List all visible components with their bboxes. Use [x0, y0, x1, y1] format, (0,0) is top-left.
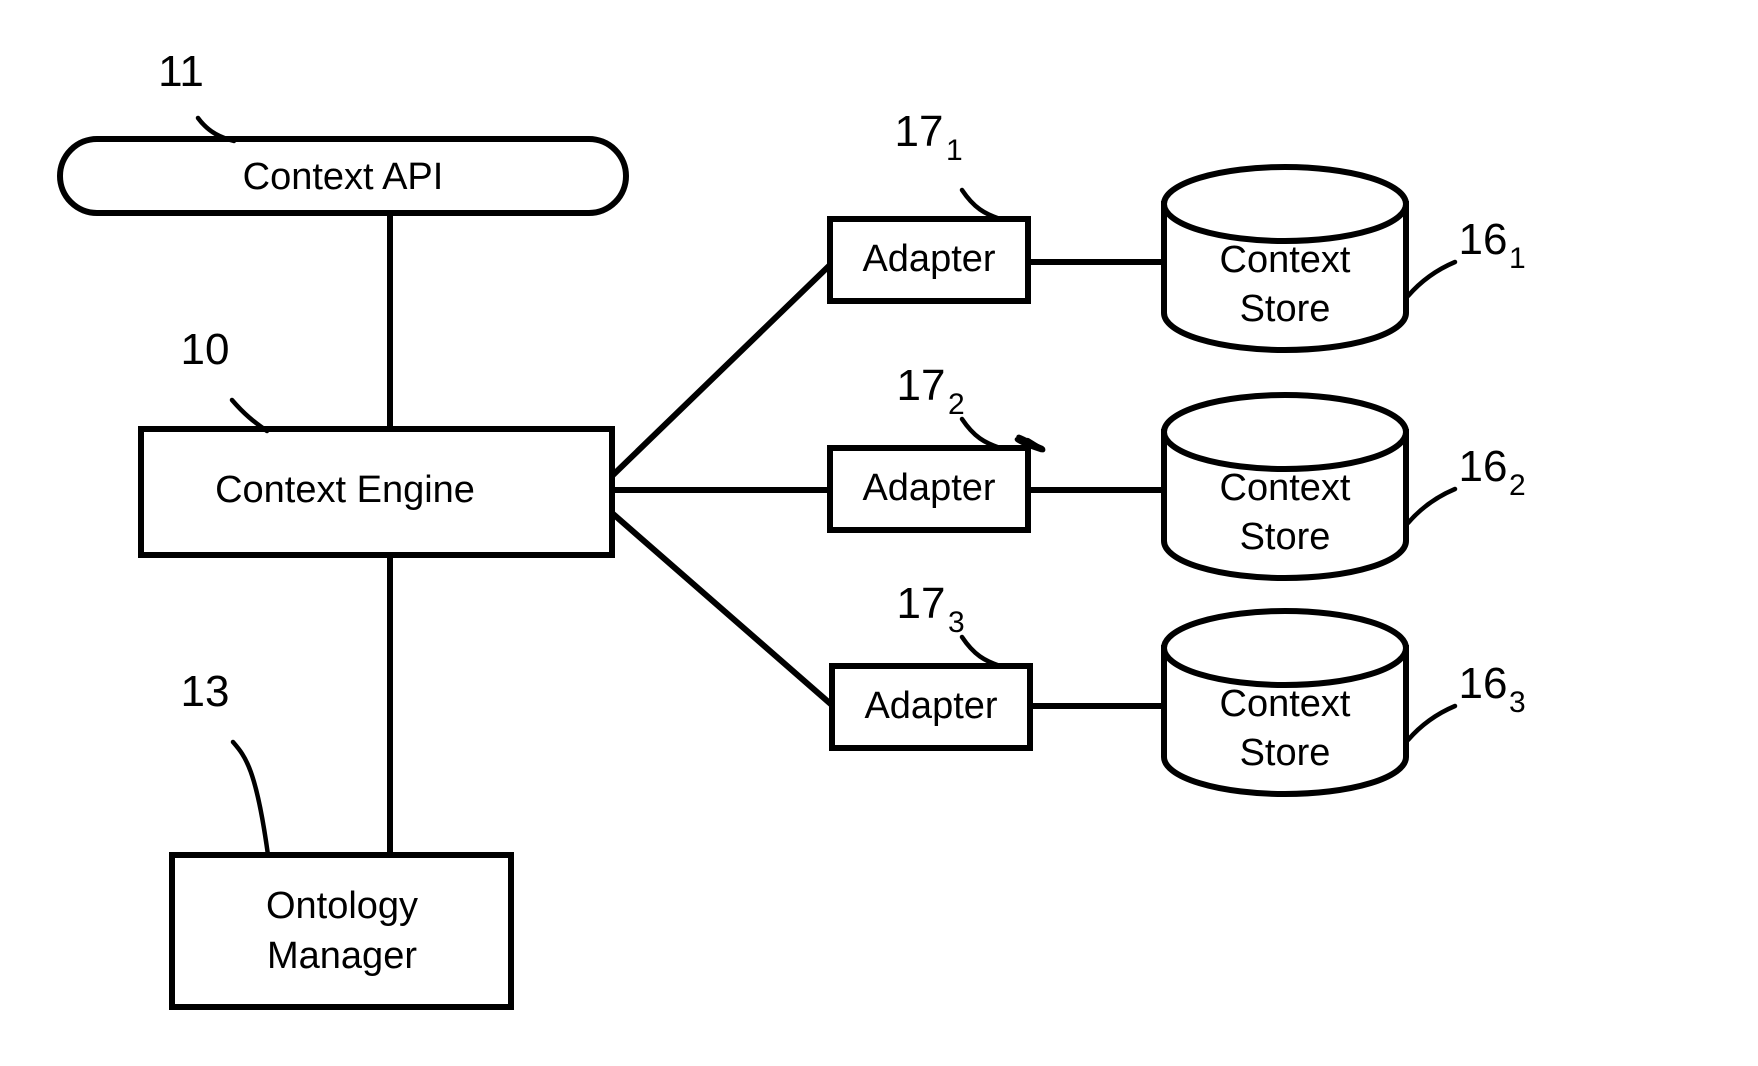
context-store-2-label-line2: Store: [1240, 516, 1331, 558]
node-context-store-2[interactable]: Context Store: [1161, 392, 1409, 581]
reference-numeral-17-1: 17 1: [895, 107, 1003, 222]
reference-numeral-10: 10: [181, 325, 270, 434]
ref-10-text: 10: [181, 325, 230, 374]
ref-17-2-subscript: 2: [948, 388, 965, 421]
reference-numeral-13: 13: [181, 667, 271, 858]
context-store-3-top: [1161, 608, 1409, 688]
reference-numeral-16-3: 16 3: [1405, 659, 1526, 743]
adapter-3-label: Adapter: [864, 685, 997, 727]
reference-numeral-11: 11: [158, 47, 237, 144]
connector-engine-to-adapter-3: [610, 510, 835, 709]
node-adapter-2[interactable]: Adapter: [827, 445, 1031, 533]
context-store-1-label-line2: Store: [1240, 288, 1331, 330]
ref-16-1-base: 16: [1459, 215, 1508, 264]
ontology-manager-label-line1: Ontology: [266, 885, 418, 927]
node-context-api[interactable]: Context API: [57, 136, 629, 216]
reference-numeral-16-2: 16 2: [1405, 442, 1526, 526]
ref-17-3-base: 17: [897, 579, 946, 628]
context-store-1-label-line1: Context: [1220, 239, 1351, 281]
reference-numeral-17-2: 17 2: [897, 361, 1046, 453]
reference-numeral-17-3: 17 3: [897, 579, 965, 639]
ref-17-1-leader-line: [959, 187, 1003, 222]
adapter-1-label: Adapter: [862, 238, 995, 280]
ref-16-3-leader-line: [1405, 703, 1458, 743]
ref-16-2-leader-line: [1405, 486, 1458, 526]
context-store-3-label-line1: Context: [1220, 683, 1351, 725]
ref-17-1-subscript: 1: [946, 134, 963, 167]
ontology-manager-shape: [169, 852, 514, 1010]
reference-numeral-16-1: 16 1: [1405, 215, 1526, 299]
node-adapter-1[interactable]: Adapter: [827, 216, 1031, 304]
patent-figure-canvas: Context API 11 Context Engine 10 Ontolog…: [0, 0, 1758, 1066]
ref-16-2-base: 16: [1459, 442, 1508, 491]
context-store-2-label-line1: Context: [1220, 467, 1351, 509]
ref-13-text: 13: [181, 667, 230, 716]
context-engine-label: Context Engine: [215, 469, 475, 511]
node-context-store-1[interactable]: Context Store: [1161, 164, 1409, 353]
context-store-1-top: [1161, 164, 1409, 244]
node-ontology-manager[interactable]: Ontology Manager: [169, 852, 514, 1010]
ref-17-2-leader: [959, 416, 1003, 451]
ref-17-2-base: 17: [897, 361, 946, 410]
ref-16-3-base: 16: [1459, 659, 1508, 708]
ref-16-1-leader-line: [1405, 259, 1458, 299]
node-context-engine[interactable]: Context Engine: [138, 426, 615, 558]
adapter-2-label: Adapter: [862, 467, 995, 509]
node-context-store-3[interactable]: Context Store: [1161, 608, 1409, 797]
ref-11-text: 11: [158, 47, 204, 96]
context-store-3-label-line2: Store: [1240, 732, 1331, 774]
ref-16-2-subscript: 2: [1509, 469, 1526, 502]
ref-16-1-subscript: 1: [1509, 242, 1526, 275]
node-adapter-3[interactable]: Adapter: [829, 663, 1033, 751]
context-api-label: Context API: [243, 156, 444, 198]
ontology-manager-label-line2: Manager: [267, 935, 417, 977]
context-store-2-top: [1161, 392, 1409, 472]
ref-13-leader-line: [230, 739, 271, 858]
ref-17-3-leader: [959, 634, 1003, 669]
ref-17-1-base: 17: [895, 107, 944, 156]
connector-engine-to-adapter-1: [609, 259, 836, 479]
architecture-diagram: Context API 11 Context Engine 10 Ontolog…: [57, 47, 1526, 1010]
ref-16-3-subscript: 3: [1509, 686, 1526, 719]
ref-17-3-subscript: 3: [948, 606, 965, 639]
